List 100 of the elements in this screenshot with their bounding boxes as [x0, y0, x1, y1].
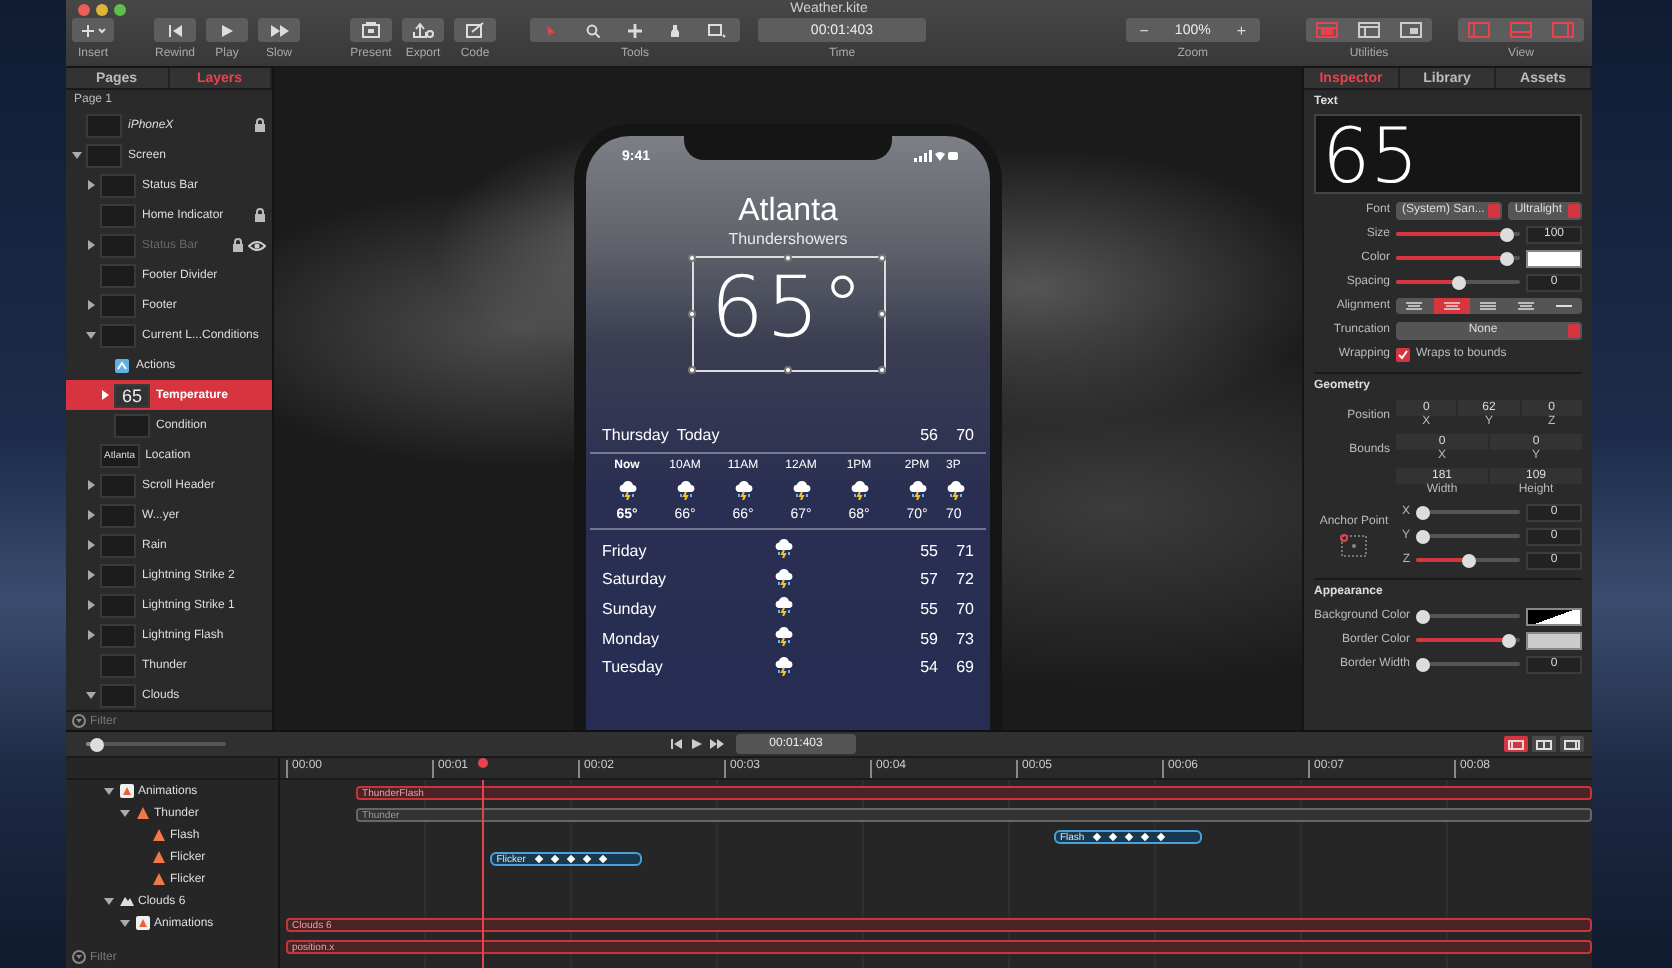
check-icon: [1398, 349, 1408, 359]
layer-thumbnail: [100, 173, 136, 197]
day-name: Saturday: [602, 570, 669, 589]
minimize-button[interactable]: [96, 3, 108, 15]
slider-thumb[interactable]: [1461, 553, 1475, 567]
caret-right-icon: [86, 180, 96, 190]
slider-thumb[interactable]: [1416, 505, 1430, 519]
slider-thumb[interactable]: [1416, 657, 1430, 671]
view-button[interactable]: [1504, 736, 1528, 752]
resize-handle[interactable]: [878, 253, 886, 261]
resize-handle[interactable]: [783, 253, 791, 261]
zoom-in-button[interactable]: +: [1222, 21, 1260, 39]
slider-thumb[interactable]: [89, 737, 104, 751]
skip-back-icon: [167, 23, 183, 37]
transport-button[interactable]: [710, 738, 724, 750]
view-button[interactable]: [1560, 736, 1584, 752]
toolbar-button[interactable]: [154, 18, 196, 42]
panel-icon: [1400, 22, 1422, 38]
toolbar-button[interactable]: [350, 18, 392, 42]
slider-thumb[interactable]: [1416, 609, 1430, 623]
storm-cloud-icon: [774, 538, 794, 559]
caret-down-icon: [72, 150, 82, 160]
layer-thumbnail: [100, 203, 136, 227]
layer-thumbnail: [114, 413, 150, 437]
layer-thumbnail: 65: [114, 383, 150, 407]
playhead[interactable]: [478, 758, 489, 768]
layer-thumbnail: [100, 563, 136, 587]
storm-cloud-icon: [849, 480, 869, 500]
panel-icon: [1510, 22, 1532, 38]
low-temp: 56: [918, 426, 938, 444]
slider-thumb[interactable]: [1451, 275, 1465, 289]
view-button[interactable]: [1532, 736, 1556, 752]
toolbar-button[interactable]: [72, 18, 114, 42]
high-temp: 73: [954, 629, 974, 648]
caret-right-icon: [86, 480, 96, 490]
layer-thumbnail: [100, 653, 136, 677]
caret-right-icon: [86, 300, 96, 310]
align-lines-icon: [1480, 302, 1497, 310]
resize-handle[interactable]: [688, 253, 696, 261]
keyframe-marker[interactable]: [1141, 832, 1150, 842]
high-temp: 69: [954, 658, 974, 677]
resize-handle[interactable]: [783, 365, 791, 373]
resize-handle[interactable]: [878, 365, 886, 373]
plus-icon: [81, 23, 105, 37]
resize-handle[interactable]: [878, 309, 886, 317]
keyframe-marker[interactable]: [598, 854, 608, 864]
day-name: Monday: [602, 629, 661, 648]
toolbar-button[interactable]: [454, 18, 496, 42]
selection-box[interactable]: 65°: [691, 256, 885, 372]
slider-thumb[interactable]: [1500, 227, 1515, 241]
toolbar-button[interactable]: [402, 18, 444, 42]
panel-icon: [1564, 739, 1580, 749]
resize-handle[interactable]: [688, 309, 696, 317]
close-button[interactable]: [78, 3, 90, 15]
high-temp: 70: [954, 426, 974, 444]
caret-down-icon: [86, 330, 96, 340]
color-well[interactable]: [1526, 607, 1582, 625]
lock-icon: [254, 208, 266, 222]
keyframe-marker[interactable]: [1157, 832, 1166, 842]
caret-down-icon: [86, 690, 96, 700]
resize-handle[interactable]: [688, 365, 696, 373]
storm-cloud-icon: [675, 480, 695, 500]
transport-button[interactable]: [690, 738, 704, 750]
toolbar-button[interactable]: [206, 18, 248, 42]
checkbox[interactable]: [1396, 347, 1410, 361]
zoom-out-button[interactable]: −: [1125, 21, 1163, 39]
alignment-option[interactable]: [1433, 298, 1471, 314]
animation-icon: [136, 916, 150, 930]
keyframe-marker[interactable]: [550, 854, 560, 864]
transport-button[interactable]: [670, 738, 684, 750]
temperature: 65°: [710, 258, 866, 358]
storm-cloud-icon: [774, 655, 794, 676]
storm-cloud-icon: [733, 480, 753, 500]
filter-icon: [72, 950, 86, 964]
layer-thumbnail: [100, 503, 136, 527]
layer-thumbnail: [100, 323, 136, 347]
align-lines-icon: [1518, 302, 1535, 310]
caret-right-icon: [86, 540, 96, 550]
low-temp: 55: [918, 599, 938, 618]
keyframe-marker[interactable]: [566, 854, 576, 864]
slider-thumb[interactable]: [1500, 251, 1515, 265]
anchor-grid-icon: [1340, 533, 1368, 557]
color-well[interactable]: [1526, 631, 1582, 649]
low-temp: 54: [918, 658, 938, 677]
panel-icon: [1536, 739, 1552, 749]
layer-thumbnail: [100, 623, 136, 647]
keyframe-marker[interactable]: [1093, 832, 1102, 842]
align-lines-icon: [1406, 302, 1423, 310]
low-temp: 55: [918, 541, 938, 560]
color-well[interactable]: [1526, 249, 1582, 267]
slider-thumb[interactable]: [1416, 529, 1430, 543]
search-icon: [586, 23, 600, 37]
zoom-button[interactable]: [114, 3, 126, 15]
keyframe-marker[interactable]: [534, 854, 544, 864]
low-temp: 59: [918, 629, 938, 648]
keyframe-marker[interactable]: [1125, 832, 1134, 842]
keyframe-marker[interactable]: [582, 854, 592, 864]
keyframe-marker[interactable]: [1109, 832, 1118, 842]
slider-thumb[interactable]: [1501, 633, 1516, 647]
toolbar-button[interactable]: [258, 18, 300, 42]
